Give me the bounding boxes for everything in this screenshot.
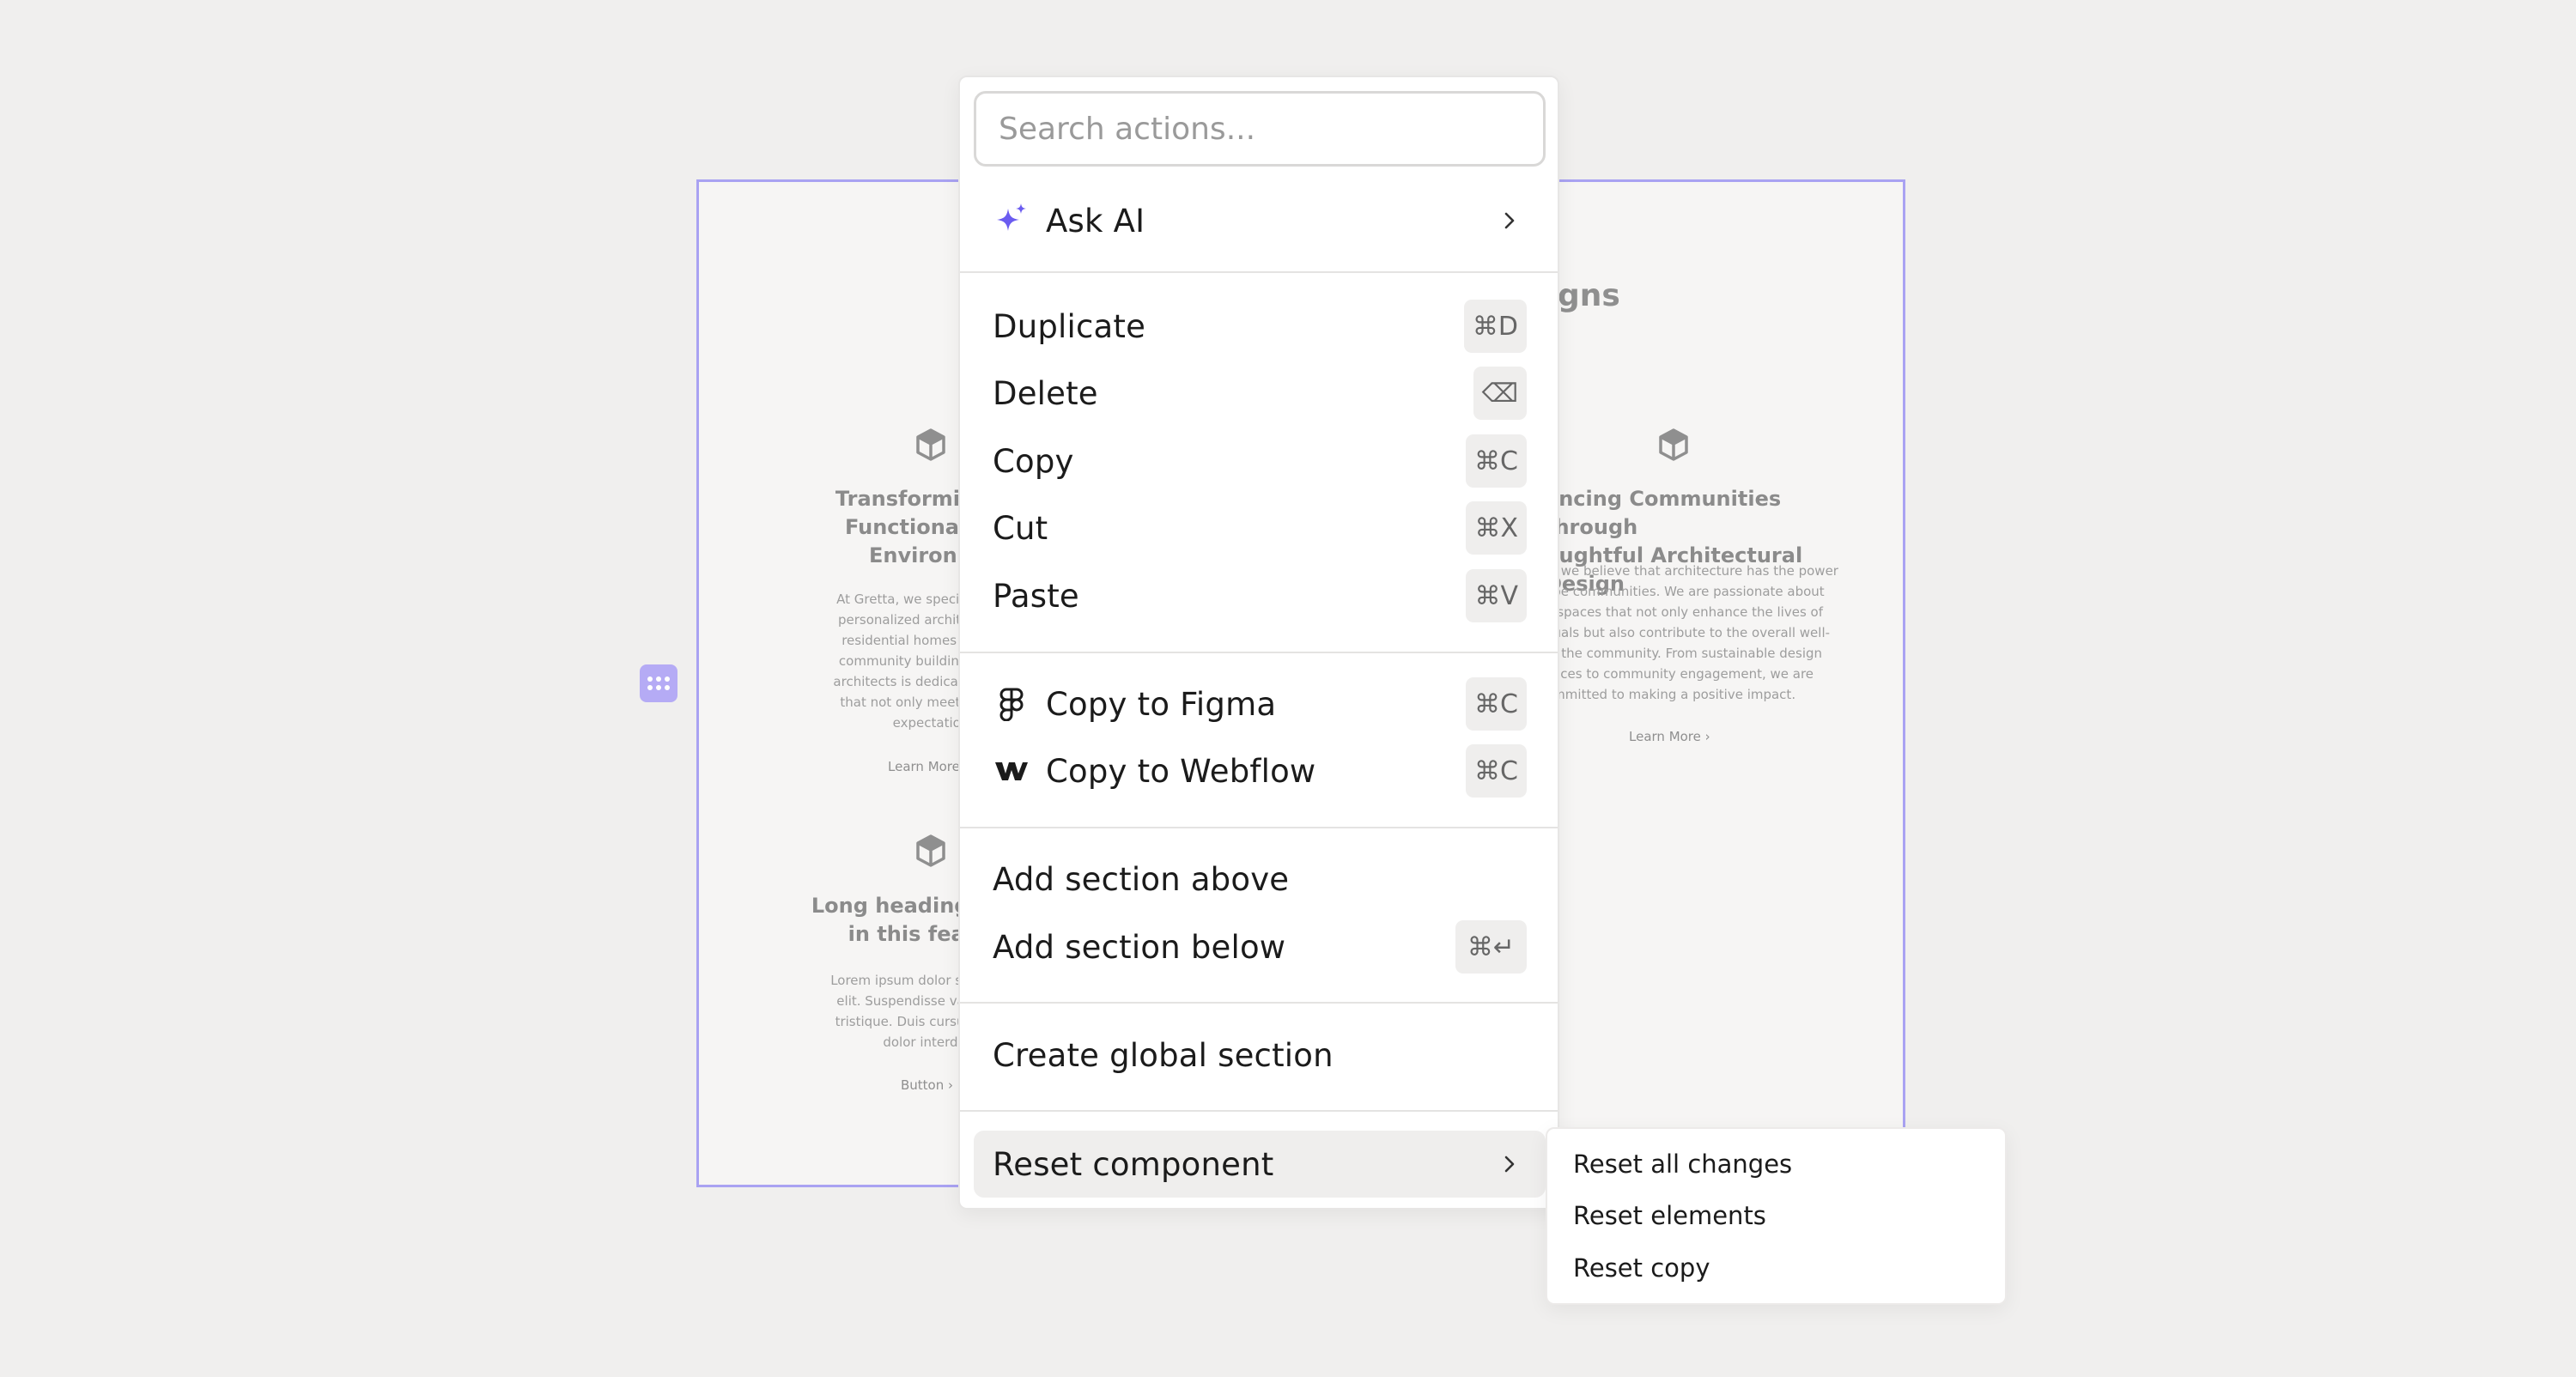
ask-ai-item[interactable]: Ask AI bbox=[974, 189, 1546, 252]
shortcut-badge: ⌘C bbox=[1466, 677, 1527, 731]
copy-to-webflow-label: Copy to Webflow bbox=[1046, 752, 1316, 790]
grid-dots-icon bbox=[647, 676, 670, 690]
learn-more-link[interactable]: Learn More › bbox=[1629, 729, 1758, 744]
ask-ai-label: Ask AI bbox=[1046, 202, 1145, 240]
cut-label: Cut bbox=[993, 509, 1048, 547]
paste-item[interactable]: Paste ⌘V bbox=[974, 564, 1546, 628]
cube-icon bbox=[916, 834, 945, 867]
cut-item[interactable]: Cut ⌘X bbox=[974, 496, 1546, 560]
shortcut-badge: ⌘↵ bbox=[1455, 920, 1527, 974]
menu-divider bbox=[960, 1110, 1558, 1112]
search-input[interactable] bbox=[974, 91, 1546, 167]
menu-divider bbox=[960, 271, 1558, 273]
webflow-icon bbox=[993, 752, 1030, 790]
cube-icon bbox=[916, 428, 945, 461]
reset-submenu: Reset all changes Reset elements Reset c… bbox=[1546, 1127, 2007, 1305]
drag-handle[interactable] bbox=[640, 664, 677, 702]
shortcut-badge: ⌘C bbox=[1466, 744, 1527, 798]
reset-copy-item[interactable]: Reset copy bbox=[1573, 1253, 1710, 1283]
reset-all-changes-item[interactable]: Reset all changes bbox=[1573, 1150, 1792, 1179]
backspace-icon: ⌫ bbox=[1473, 367, 1527, 420]
menu-divider bbox=[960, 827, 1558, 828]
add-section-above-label: Add section above bbox=[993, 860, 1290, 898]
actions-menu: Ask AI Duplicate ⌘D Delete ⌫ Copy ⌘C Cut… bbox=[958, 76, 1559, 1210]
add-section-below-label: Add section below bbox=[993, 928, 1286, 966]
copy-item[interactable]: Copy ⌘C bbox=[974, 429, 1546, 493]
add-section-above-item[interactable]: Add section above bbox=[974, 847, 1546, 911]
section-heading: gns bbox=[1558, 278, 1620, 313]
sparkle-icon bbox=[993, 202, 1030, 240]
figma-icon bbox=[993, 685, 1030, 723]
reset-component-label: Reset component bbox=[993, 1145, 1274, 1183]
copy-to-figma-item[interactable]: Copy to Figma ⌘C bbox=[974, 672, 1546, 736]
duplicate-item[interactable]: Duplicate ⌘D bbox=[974, 294, 1546, 358]
delete-item[interactable]: Delete ⌫ bbox=[974, 361, 1546, 425]
create-global-section-item[interactable]: Create global section bbox=[974, 1023, 1546, 1087]
shortcut-badge: ⌘D bbox=[1463, 300, 1527, 353]
reset-component-item[interactable]: Reset component bbox=[974, 1131, 1546, 1198]
copy-to-figma-label: Copy to Figma bbox=[1046, 685, 1277, 723]
feature-body: a, we believe that architecture has the … bbox=[1545, 563, 1838, 702]
shortcut-badge: ⌘V bbox=[1466, 569, 1527, 622]
delete-label: Delete bbox=[993, 374, 1098, 412]
cube-icon bbox=[1659, 428, 1688, 461]
chevron-right-icon bbox=[1504, 212, 1515, 229]
paste-label: Paste bbox=[993, 577, 1079, 615]
chevron-right-icon bbox=[1504, 1156, 1515, 1173]
shortcut-badge: ⌘C bbox=[1466, 434, 1527, 488]
menu-divider bbox=[960, 652, 1558, 653]
add-section-below-item[interactable]: Add section below ⌘↵ bbox=[974, 915, 1546, 979]
duplicate-label: Duplicate bbox=[993, 307, 1146, 345]
menu-divider bbox=[960, 1002, 1558, 1004]
copy-to-webflow-item[interactable]: Copy to Webflow ⌘C bbox=[974, 739, 1546, 803]
copy-label: Copy bbox=[993, 442, 1074, 480]
create-global-section-label: Create global section bbox=[993, 1036, 1334, 1074]
shortcut-badge: ⌘X bbox=[1466, 501, 1527, 555]
reset-elements-item[interactable]: Reset elements bbox=[1573, 1201, 1766, 1230]
